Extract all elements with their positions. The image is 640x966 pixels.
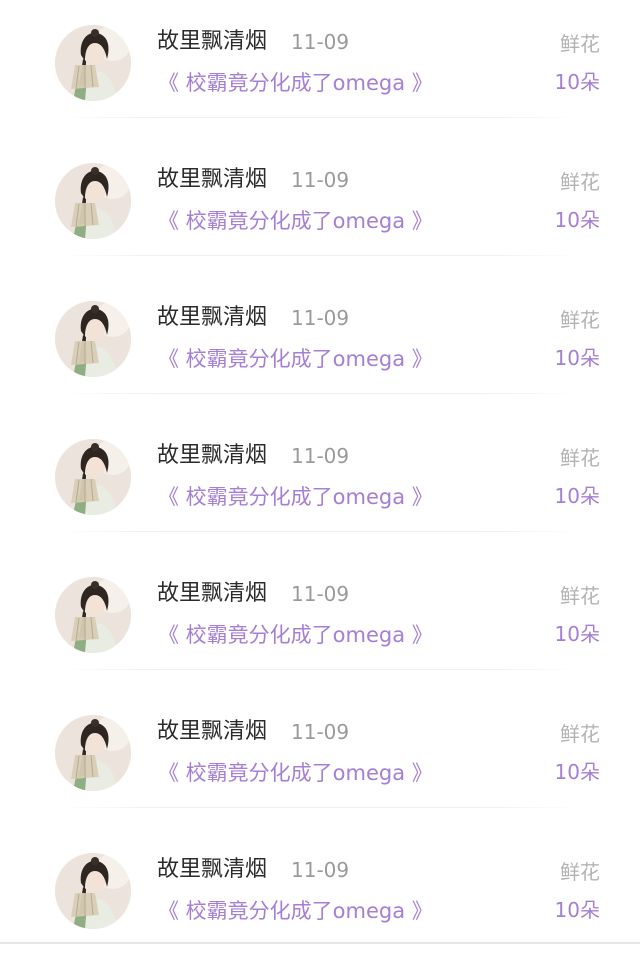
date: 11-09 — [291, 582, 350, 606]
username[interactable]: 故里飘清烟 — [157, 717, 267, 747]
username[interactable]: 故里飘清烟 — [157, 303, 267, 333]
book-title-link[interactable]: 《 校霸竟分化成了omega 》 — [158, 68, 433, 98]
gift-count: 10朵 — [554, 898, 600, 922]
date: 11-09 — [291, 444, 350, 468]
divider — [60, 807, 580, 808]
date: 11-09 — [291, 168, 350, 192]
username[interactable]: 故里飘清烟 — [157, 27, 267, 57]
avatar[interactable] — [55, 439, 131, 515]
date: 11-09 — [291, 858, 350, 882]
gift-count: 10朵 — [554, 760, 600, 784]
list-item[interactable]: 故里飘清烟 11-09 《 校霸竟分化成了omega 》 鲜花 10朵 — [0, 414, 640, 552]
divider — [60, 255, 580, 256]
book-title-link[interactable]: 《 校霸竟分化成了omega 》 — [158, 758, 433, 788]
gift-type: 鲜花 — [560, 722, 600, 746]
gift-count: 10朵 — [554, 70, 600, 94]
book-title-link[interactable]: 《 校霸竟分化成了omega 》 — [158, 482, 433, 512]
avatar[interactable] — [55, 577, 131, 653]
list-item[interactable]: 故里飘清烟 11-09 《 校霸竟分化成了omega 》 鲜花 10朵 — [0, 690, 640, 828]
gift-count: 10朵 — [554, 622, 600, 646]
gift-type: 鲜花 — [560, 32, 600, 56]
gift-record-list: 故里飘清烟 11-09 《 校霸竟分化成了omega 》 鲜花 10朵 故里飘清… — [0, 0, 640, 944]
divider — [60, 117, 580, 118]
username[interactable]: 故里飘清烟 — [157, 165, 267, 195]
gift-count: 10朵 — [554, 346, 600, 370]
book-title-link[interactable]: 《 校霸竟分化成了omega 》 — [158, 896, 433, 926]
book-title-link[interactable]: 《 校霸竟分化成了omega 》 — [158, 206, 433, 236]
list-item[interactable]: 故里飘清烟 11-09 《 校霸竟分化成了omega 》 鲜花 10朵 — [0, 138, 640, 276]
date: 11-09 — [291, 30, 350, 54]
list-item[interactable]: 故里飘清烟 11-09 《 校霸竟分化成了omega 》 鲜花 10朵 — [0, 276, 640, 414]
date: 11-09 — [291, 720, 350, 744]
avatar[interactable] — [55, 301, 131, 377]
avatar[interactable] — [55, 853, 131, 929]
divider — [60, 669, 580, 670]
username[interactable]: 故里飘清烟 — [157, 579, 267, 609]
username[interactable]: 故里飘清烟 — [157, 855, 267, 885]
divider — [60, 531, 580, 532]
avatar[interactable] — [55, 715, 131, 791]
gift-count: 10朵 — [554, 208, 600, 232]
gift-type: 鲜花 — [560, 860, 600, 884]
gift-type: 鲜花 — [560, 446, 600, 470]
book-title-link[interactable]: 《 校霸竟分化成了omega 》 — [158, 344, 433, 374]
list-item[interactable]: 故里飘清烟 11-09 《 校霸竟分化成了omega 》 鲜花 10朵 — [0, 828, 640, 966]
gift-type: 鲜花 — [560, 308, 600, 332]
gift-count: 10朵 — [554, 484, 600, 508]
username[interactable]: 故里飘清烟 — [157, 441, 267, 471]
gift-type: 鲜花 — [560, 170, 600, 194]
gift-type: 鲜花 — [560, 584, 600, 608]
divider — [60, 393, 580, 394]
book-title-link[interactable]: 《 校霸竟分化成了omega 》 — [158, 620, 433, 650]
avatar[interactable] — [55, 25, 131, 101]
avatar[interactable] — [55, 163, 131, 239]
list-item[interactable]: 故里飘清烟 11-09 《 校霸竟分化成了omega 》 鲜花 10朵 — [0, 552, 640, 690]
date: 11-09 — [291, 306, 350, 330]
list-item[interactable]: 故里飘清烟 11-09 《 校霸竟分化成了omega 》 鲜花 10朵 — [0, 0, 640, 138]
